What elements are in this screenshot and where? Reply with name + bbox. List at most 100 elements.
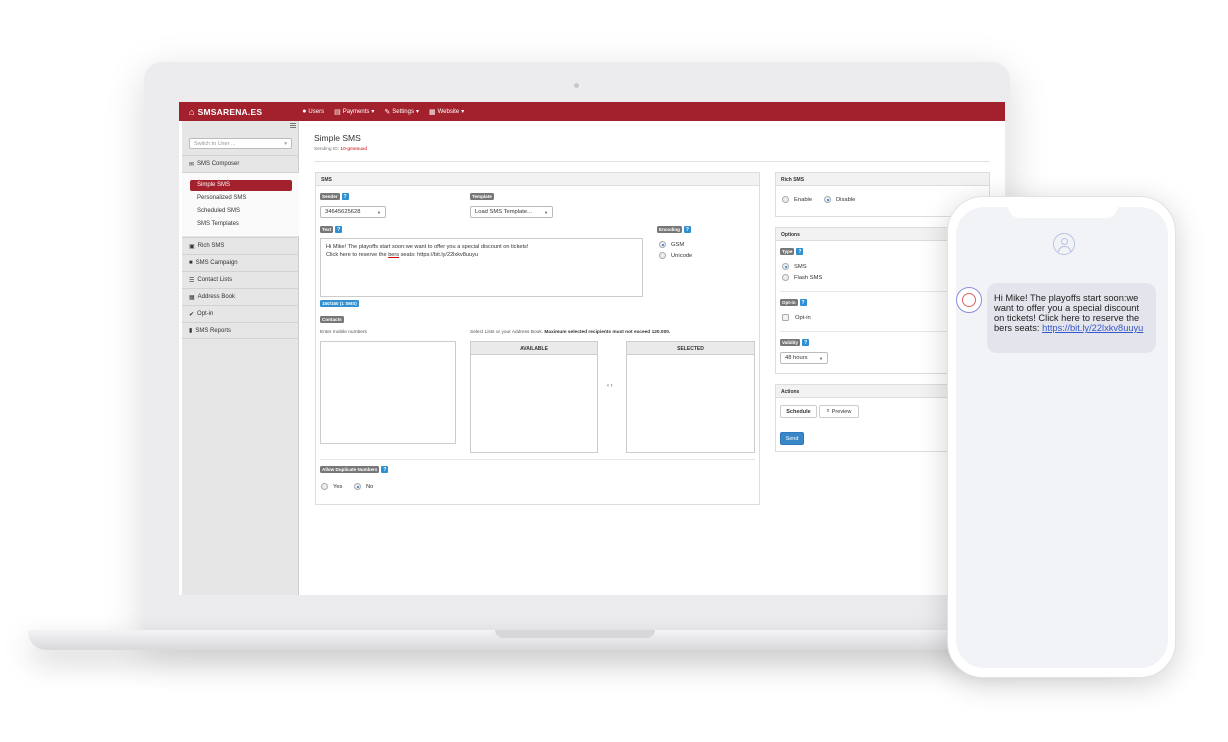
switch-user-select[interactable]: Switch to User ... ▾ xyxy=(189,138,292,149)
encoding-label: Encoding ? xyxy=(657,226,691,233)
sms-text-line-2-end: seats: https://bit.ly/22lxkv8uuyu xyxy=(399,252,479,259)
help-icon[interactable]: ? xyxy=(802,339,810,346)
template-value: Load SMS Template... xyxy=(475,209,532,215)
sidebar-section-sms-composer[interactable]: ✉ SMS Composer xyxy=(182,155,299,172)
allow-duplicates-label: Allow Duplicate Numbers ? xyxy=(320,466,389,473)
type-flash-sms-label: Flash SMS xyxy=(794,274,823,281)
sidebar-section-label: Address Book xyxy=(197,294,236,300)
grid-icon: ▦ xyxy=(429,108,436,116)
sms-text-line-2: Click here to reserve the bers seats: ht… xyxy=(326,251,637,259)
allow-duplicates-no-radio[interactable]: No xyxy=(354,483,373,490)
radio-selected-icon xyxy=(354,483,361,490)
type-sms-radio[interactable]: SMS xyxy=(782,263,807,270)
encoding-gsm-radio[interactable]: GSM xyxy=(659,241,684,248)
sidebar-item-personalized-sms[interactable]: Personalized SMS xyxy=(190,193,292,204)
enter-numbers-hint: Enter mobile numbers xyxy=(320,330,367,335)
rich-sms-enable-label: Enable xyxy=(794,196,813,203)
type-flash-sms-radio[interactable]: Flash SMS xyxy=(782,274,822,281)
sms-text-input[interactable]: Hi Mike! The playoffs start soon:we want… xyxy=(320,238,643,297)
sender-value: 34645625628 xyxy=(325,209,361,215)
list-icon: ☰ xyxy=(189,277,195,284)
sidebar-item-simple-sms[interactable]: Simple SMS xyxy=(190,180,292,191)
sidebar-item-sms-templates[interactable]: SMS Templates xyxy=(190,219,292,230)
optin-checkbox[interactable]: Opt-in xyxy=(782,314,811,321)
mobile-numbers-input[interactable] xyxy=(320,341,456,444)
sidebar-item-scheduled-sms[interactable]: Scheduled SMS xyxy=(190,206,292,217)
caret-down-icon: ▾ xyxy=(461,109,465,115)
sidebar: Switch to User ... ▾ ✉ SMS Composer Simp… xyxy=(182,121,299,595)
optin-label: Opt-in ? xyxy=(780,299,807,306)
divider xyxy=(320,459,755,460)
laptop-base-notch xyxy=(495,630,655,638)
nav-website[interactable]: ▦ Website ▾ xyxy=(429,108,464,116)
help-icon[interactable]: ? xyxy=(381,466,389,473)
sms-message-link[interactable]: https://bit.ly/22lxkv8uuyu xyxy=(1042,323,1143,333)
radio-unselected-icon xyxy=(782,196,789,203)
available-header: AVAILABLE xyxy=(471,342,597,355)
radio-selected-icon xyxy=(824,196,831,203)
encoding-label-text: Encoding xyxy=(657,226,682,233)
user-icon: ● xyxy=(302,108,307,115)
template-select[interactable]: Load SMS Template... ▼ xyxy=(470,206,553,218)
phone-frame: Hi Mike! The playoffs start soon:we want… xyxy=(947,196,1176,678)
help-icon[interactable]: ? xyxy=(683,226,691,233)
sidebar-section-label: Opt-in xyxy=(197,311,214,317)
caret-down-icon: ▼ xyxy=(544,209,548,215)
envelope-icon: ✉ xyxy=(189,161,195,168)
radio-unselected-icon xyxy=(321,483,328,490)
sender-select[interactable]: 34645625628 ▼ xyxy=(320,206,386,218)
preview-button[interactable]: ⌕ Preview xyxy=(819,405,859,418)
move-arrows-icon[interactable]: ‹ › xyxy=(607,383,613,389)
rich-sms-enable-radio[interactable]: Enable xyxy=(782,196,812,203)
brand-name: SMSARENA.ES xyxy=(197,106,263,117)
radio-unselected-icon xyxy=(782,274,789,281)
help-icon[interactable]: ? xyxy=(796,248,804,255)
laptop-screen: ⌂ SMSARENA.ES ● Users ▤ Payments ▾ ✎ Set… xyxy=(179,102,1005,595)
help-icon[interactable]: ? xyxy=(335,226,343,233)
sidebar-section-sms-campaign[interactable]: ■ SMS Campaign xyxy=(182,254,299,271)
sender-avatar-icon xyxy=(956,287,982,313)
send-button[interactable]: Send xyxy=(780,432,804,445)
character-count-badge: 150/160 (1 SMS) xyxy=(320,300,359,307)
validity-label-text: Validity xyxy=(780,339,801,346)
sidebar-section-label: Contact Lists xyxy=(197,277,233,283)
radio-selected-icon xyxy=(782,263,789,270)
validity-value: 48 hours xyxy=(785,355,808,361)
image-icon: ▣ xyxy=(189,243,195,250)
wrench-icon: ✎ xyxy=(384,108,391,116)
optin-label-text: Opt-in xyxy=(780,299,798,306)
select-lists-hint: Select Lists or your Address Book. Maxim… xyxy=(470,330,670,335)
available-list[interactable]: AVAILABLE xyxy=(470,341,598,453)
sidebar-section-sms-reports[interactable]: ▮ SMS Reports xyxy=(182,322,299,339)
sidebar-section-opt-in[interactable]: ✔ Opt-in xyxy=(182,305,299,322)
help-icon[interactable]: ? xyxy=(341,193,349,200)
sms-composer-submenu: Simple SMS Personalized SMS Scheduled SM… xyxy=(182,172,299,236)
text-label: Text ? xyxy=(320,226,343,233)
nav-settings-label: Settings xyxy=(392,108,414,115)
sidebar-section-rich-sms[interactable]: ▣ Rich SMS xyxy=(182,237,299,254)
grid-icon: ▦ xyxy=(189,294,195,301)
top-navbar: ⌂ SMSARENA.ES ● Users ▤ Payments ▾ ✎ Set… xyxy=(179,102,1005,121)
contact-avatar-icon xyxy=(1053,233,1075,255)
nav-payments[interactable]: ▤ Payments ▾ xyxy=(334,108,374,116)
allow-duplicates-yes-radio[interactable]: Yes xyxy=(321,483,342,490)
validity-select[interactable]: 48 hours ▼ xyxy=(780,352,828,364)
collapse-menu-icon[interactable] xyxy=(290,123,296,128)
sidebar-section-contact-lists[interactable]: ☰ Contact Lists xyxy=(182,271,299,288)
nav-settings[interactable]: ✎ Settings ▾ xyxy=(384,108,419,116)
page-title: Simple SMS xyxy=(314,133,361,143)
brand-logo[interactable]: ⌂ SMSARENA.ES xyxy=(189,107,262,117)
nav-users-label: Users xyxy=(308,108,325,115)
help-icon[interactable]: ? xyxy=(799,299,807,306)
rich-sms-disable-radio[interactable]: Disable xyxy=(824,196,855,203)
checkbox-unchecked-icon xyxy=(782,314,789,321)
nav-payments-label: Payments xyxy=(342,108,370,115)
selected-list[interactable]: SELECTED xyxy=(626,341,755,453)
nav-users[interactable]: ● Users xyxy=(302,108,324,116)
sidebar-section-address-book[interactable]: ▦ Address Book xyxy=(182,288,299,305)
schedule-button[interactable]: Schedule xyxy=(780,405,817,418)
type-label: Type ? xyxy=(780,248,804,255)
search-icon: ⌕ xyxy=(826,408,830,414)
sms-text-line-2-start: Click here to reserve the xyxy=(326,252,389,259)
encoding-unicode-radio[interactable]: Unicode xyxy=(659,252,692,259)
